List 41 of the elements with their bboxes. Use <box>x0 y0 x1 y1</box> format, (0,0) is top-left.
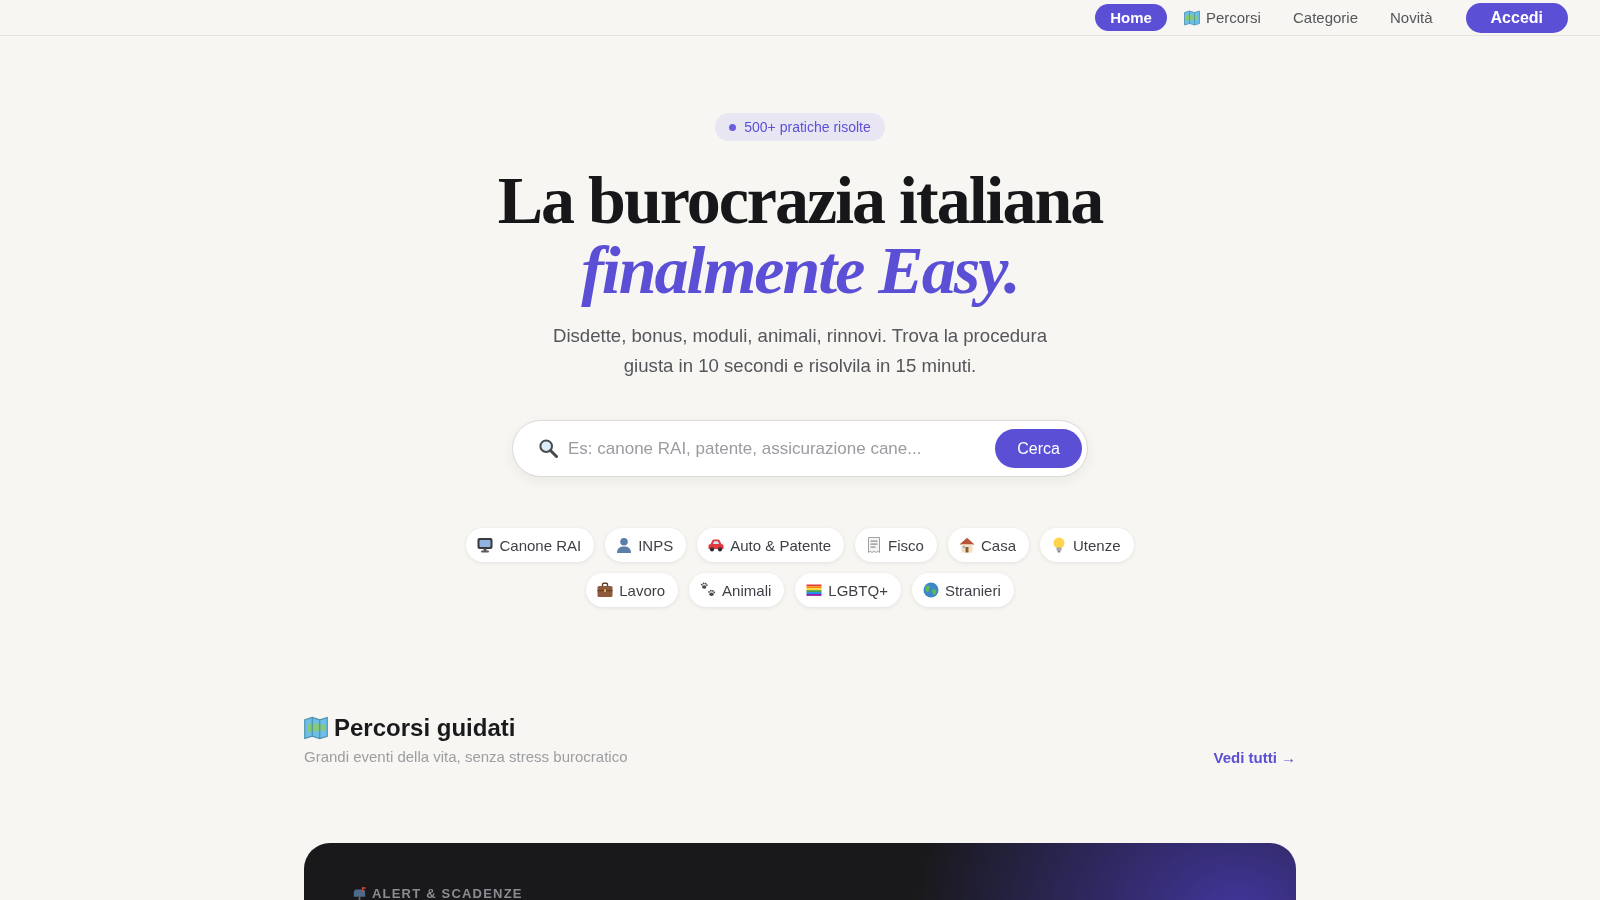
lightbulb-icon <box>1051 537 1067 553</box>
nav-link[interactable]: Percorsi <box>1168 4 1276 31</box>
briefcase-icon <box>597 582 614 598</box>
receipt-icon <box>866 537 883 553</box>
search-field[interactable]: Es: canone RAI, patente, assicurazione cane... <box>566 428 986 469</box>
tv-icon <box>477 537 494 553</box>
search-bar[interactable]: Es: canone RAI, patente, assicurazione cane... Cerca <box>512 420 1088 477</box>
see-all-link[interactable]: Vedi tutti → <box>1213 748 1296 766</box>
category-chip[interactable]: Animali <box>689 573 785 607</box>
hero-subtitle: Disdette, bonus, moduli, animali, rinnovi. Trova la procedura giusta in 10 secondi e risolvila in 15 minuti. <box>552 324 1048 378</box>
card-label: ALERT & SCADENZE <box>372 887 523 900</box>
headline: La burocrazia italiana <box>497 165 1103 235</box>
headline-accent: finalmente Easy. <box>580 235 1020 305</box>
person-icon <box>616 537 633 553</box>
section-title: Percorsi guidati <box>334 713 516 743</box>
nav-link[interactable]: Novità <box>1375 4 1448 31</box>
category-chip[interactable]: LGBTQ+ <box>795 573 901 607</box>
category-chip[interactable]: Casa <box>947 528 1029 562</box>
category-chip[interactable]: Lavoro <box>586 573 679 607</box>
dot-icon <box>729 123 737 131</box>
category-chip[interactable]: Auto & Patente <box>697 528 845 562</box>
nav-link[interactable]: Categorie <box>1277 4 1373 31</box>
search-button[interactable]: Cerca <box>995 429 1082 468</box>
category-chip[interactable]: Fisco <box>855 528 937 562</box>
category-chip[interactable]: Utenze <box>1040 528 1134 562</box>
category-chip[interactable]: Canone RAI <box>466 528 595 562</box>
paw-prints-icon <box>700 582 717 598</box>
login-button[interactable]: Accedi <box>1465 2 1568 33</box>
section-subtitle: Grandi eventi della vita, senza stress burocratico <box>304 747 628 767</box>
car-icon <box>708 537 725 553</box>
mailbox-icon <box>353 887 366 900</box>
search-icon <box>539 439 558 458</box>
map-icon <box>304 716 328 740</box>
house-icon <box>958 537 975 553</box>
nav-link[interactable]: Home <box>1095 4 1167 31</box>
category-chip[interactable]: INPS <box>605 528 687 562</box>
globe-icon <box>922 582 939 598</box>
badge-text: 500+ pratiche risolte <box>744 119 871 135</box>
map-icon <box>1183 9 1200 26</box>
rainbow-flag-icon <box>806 582 823 598</box>
category-chip[interactable]: Stranieri <box>911 573 1014 607</box>
